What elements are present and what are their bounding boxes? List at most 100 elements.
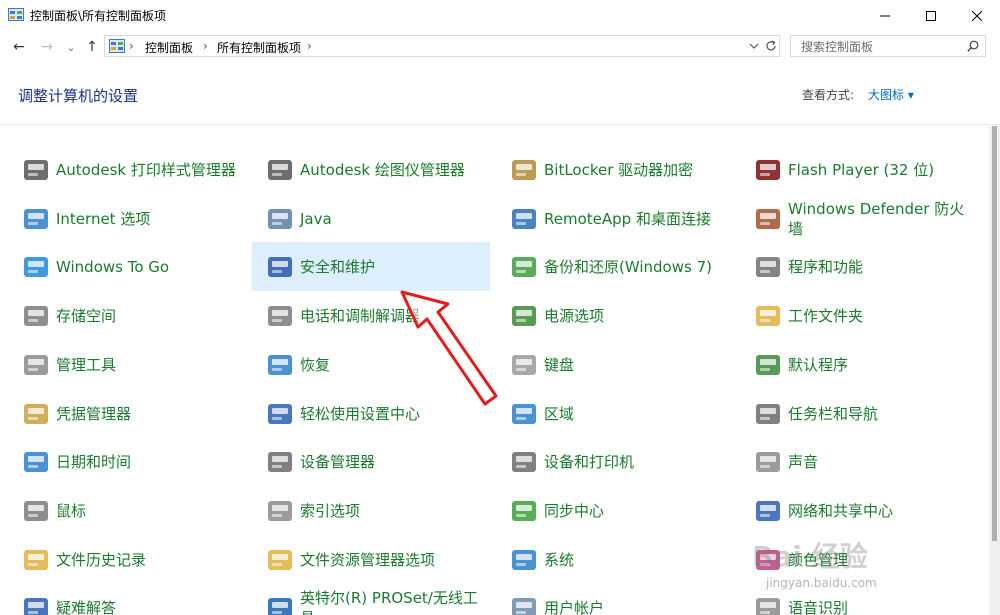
control-panel-item[interactable]: 日期和时间 — [8, 437, 246, 486]
sound-icon — [756, 452, 780, 472]
control-panel-item-label: 同步中心 — [544, 501, 605, 520]
minimize-icon — [880, 15, 890, 16]
control-panel-item-label: 设备和打印机 — [544, 452, 635, 471]
control-panel-item[interactable]: 索引选项 — [252, 486, 490, 535]
control-panel-item[interactable]: Autodesk 打印样式管理器 — [8, 145, 246, 194]
control-panel-item-label: 声音 — [788, 452, 819, 471]
control-panel-item-label: 文件资源管理器选项 — [300, 550, 436, 569]
control-panel-item-label: 默认程序 — [788, 355, 849, 374]
control-panel-item[interactable]: 疑难解答 — [8, 583, 246, 615]
control-panel-item[interactable]: RemoteApp 和桌面连接 — [496, 194, 734, 243]
maximize-icon — [926, 10, 936, 21]
control-panel-item[interactable]: 用户帐户 — [496, 583, 734, 615]
chevron-down-icon[interactable] — [749, 42, 759, 50]
breadcrumb-separator: › — [203, 39, 208, 53]
refresh-icon[interactable] — [765, 40, 777, 52]
control-panel-item[interactable]: 备份和还原(Windows 7) — [496, 242, 734, 291]
search-icon[interactable] — [967, 40, 979, 52]
search-input[interactable] — [799, 38, 963, 56]
control-panel-item[interactable]: 任务栏和导航 — [740, 389, 978, 438]
back-button[interactable]: ← — [9, 37, 29, 57]
internet-options-icon — [24, 209, 48, 229]
view-by-label: 查看方式: — [802, 88, 855, 102]
forward-button[interactable]: → — [37, 37, 57, 57]
control-panel-item[interactable]: 轻松使用设置中心 — [252, 389, 490, 438]
control-panel-item-label: Java — [300, 209, 332, 228]
breadcrumb-separator: › — [307, 39, 312, 53]
control-panel-item[interactable]: 存储空间 — [8, 291, 246, 340]
control-panel-item[interactable]: 区域 — [496, 389, 734, 438]
control-panel-item-label: 凭据管理器 — [56, 404, 132, 423]
control-panel-item[interactable]: 管理工具 — [8, 340, 246, 389]
close-button[interactable] — [954, 0, 1000, 31]
control-panel-item[interactable]: 安全和维护 — [252, 242, 490, 291]
java-icon — [268, 209, 292, 229]
control-panel-item[interactable]: 网络和共享中心 — [740, 486, 978, 535]
control-panel-item[interactable]: 程序和功能 — [740, 242, 978, 291]
control-panel-item[interactable]: 恢复 — [252, 340, 490, 389]
credential-icon — [24, 404, 48, 424]
control-panel-item[interactable]: Internet 选项 — [8, 194, 246, 243]
control-panel-item-label: 电源选项 — [544, 306, 605, 325]
divider — [0, 124, 1000, 125]
indexing-icon — [268, 501, 292, 521]
troubleshooting-icon — [24, 598, 48, 615]
storage-icon — [24, 306, 48, 326]
control-panel-item[interactable]: 设备和打印机 — [496, 437, 734, 486]
view-by-dropdown[interactable]: 大图标 ▾ — [868, 86, 914, 103]
window-title: 控制面板\所有控制面板项 — [30, 9, 167, 23]
maximize-button[interactable] — [908, 0, 954, 31]
control-panel-item[interactable]: 同步中心 — [496, 486, 734, 535]
up-button[interactable]: ↑ — [82, 37, 102, 57]
device-manager-icon — [268, 452, 292, 472]
control-panel-item-label: Autodesk 绘图仪管理器 — [300, 160, 465, 179]
control-panel-item-label: 日期和时间 — [56, 452, 132, 471]
control-panel-item[interactable]: 文件资源管理器选项 — [252, 535, 490, 584]
control-panel-item[interactable]: 键盘 — [496, 340, 734, 389]
control-panel-item[interactable]: Autodesk 绘图仪管理器 — [252, 145, 490, 194]
control-panel-item[interactable]: BitLocker 驱动器加密 — [496, 145, 734, 194]
control-panel-item[interactable]: Windows To Go — [8, 242, 246, 291]
control-panel-item-label: 区域 — [544, 404, 575, 423]
remoteapp-icon — [512, 209, 536, 229]
control-panel-item[interactable]: 鼠标 — [8, 486, 246, 535]
control-panel-item[interactable]: 文件历史记录 — [8, 535, 246, 584]
control-panel-item[interactable]: 凭据管理器 — [8, 389, 246, 438]
control-panel-item-label: 疑难解答 — [56, 598, 117, 615]
control-panel-item[interactable]: 声音 — [740, 437, 978, 486]
watermark-logo: Bai 经验 — [752, 540, 868, 573]
control-panel-item[interactable]: 电话和调制解调器 — [252, 291, 490, 340]
control-panel-item-label: 任务栏和导航 — [788, 404, 879, 423]
control-panel-item-label: 键盘 — [544, 355, 575, 374]
control-panel-item[interactable]: 默认程序 — [740, 340, 978, 389]
control-panel-item[interactable]: Flash Player (32 位) — [740, 145, 978, 194]
control-panel-item[interactable]: 电源选项 — [496, 291, 734, 340]
control-panel-item[interactable]: Java — [252, 194, 490, 243]
search-box[interactable] — [790, 35, 986, 57]
breadcrumb-control-panel[interactable]: 控制面板 — [145, 39, 193, 56]
control-panel-item[interactable]: Windows Defender 防火墙 — [740, 194, 978, 243]
control-panel-icon — [8, 8, 24, 21]
control-panel-item-label: 设备管理器 — [300, 452, 376, 471]
region-icon — [512, 404, 536, 424]
recent-locations-button[interactable]: ⌄ — [61, 37, 81, 57]
file-history-icon — [24, 550, 48, 570]
control-panel-item-label: 安全和维护 — [300, 257, 376, 276]
control-panel-item-label: 管理工具 — [56, 355, 117, 374]
scrollbar-thumb[interactable] — [992, 126, 997, 541]
backup-icon — [512, 257, 536, 277]
keyboard-icon — [512, 355, 536, 375]
control-panel-item-label: BitLocker 驱动器加密 — [544, 160, 694, 179]
address-bar[interactable]: › 控制面板 › 所有控制面板项 › — [104, 35, 780, 57]
system-icon — [512, 550, 536, 570]
windows-to-go-icon — [24, 257, 48, 277]
admin-tools-icon — [24, 355, 48, 375]
minimize-button[interactable] — [862, 0, 908, 31]
control-panel-item[interactable]: 工作文件夹 — [740, 291, 978, 340]
control-panel-item[interactable]: 英特尔(R) PROSet/无线工具 — [252, 583, 490, 615]
control-panel-item-label: 轻松使用设置中心 — [300, 404, 421, 423]
control-panel-item-label: 存储空间 — [56, 306, 117, 325]
control-panel-item[interactable]: 设备管理器 — [252, 437, 490, 486]
breadcrumb-all-items[interactable]: 所有控制面板项 — [217, 39, 301, 56]
control-panel-item[interactable]: 系统 — [496, 535, 734, 584]
